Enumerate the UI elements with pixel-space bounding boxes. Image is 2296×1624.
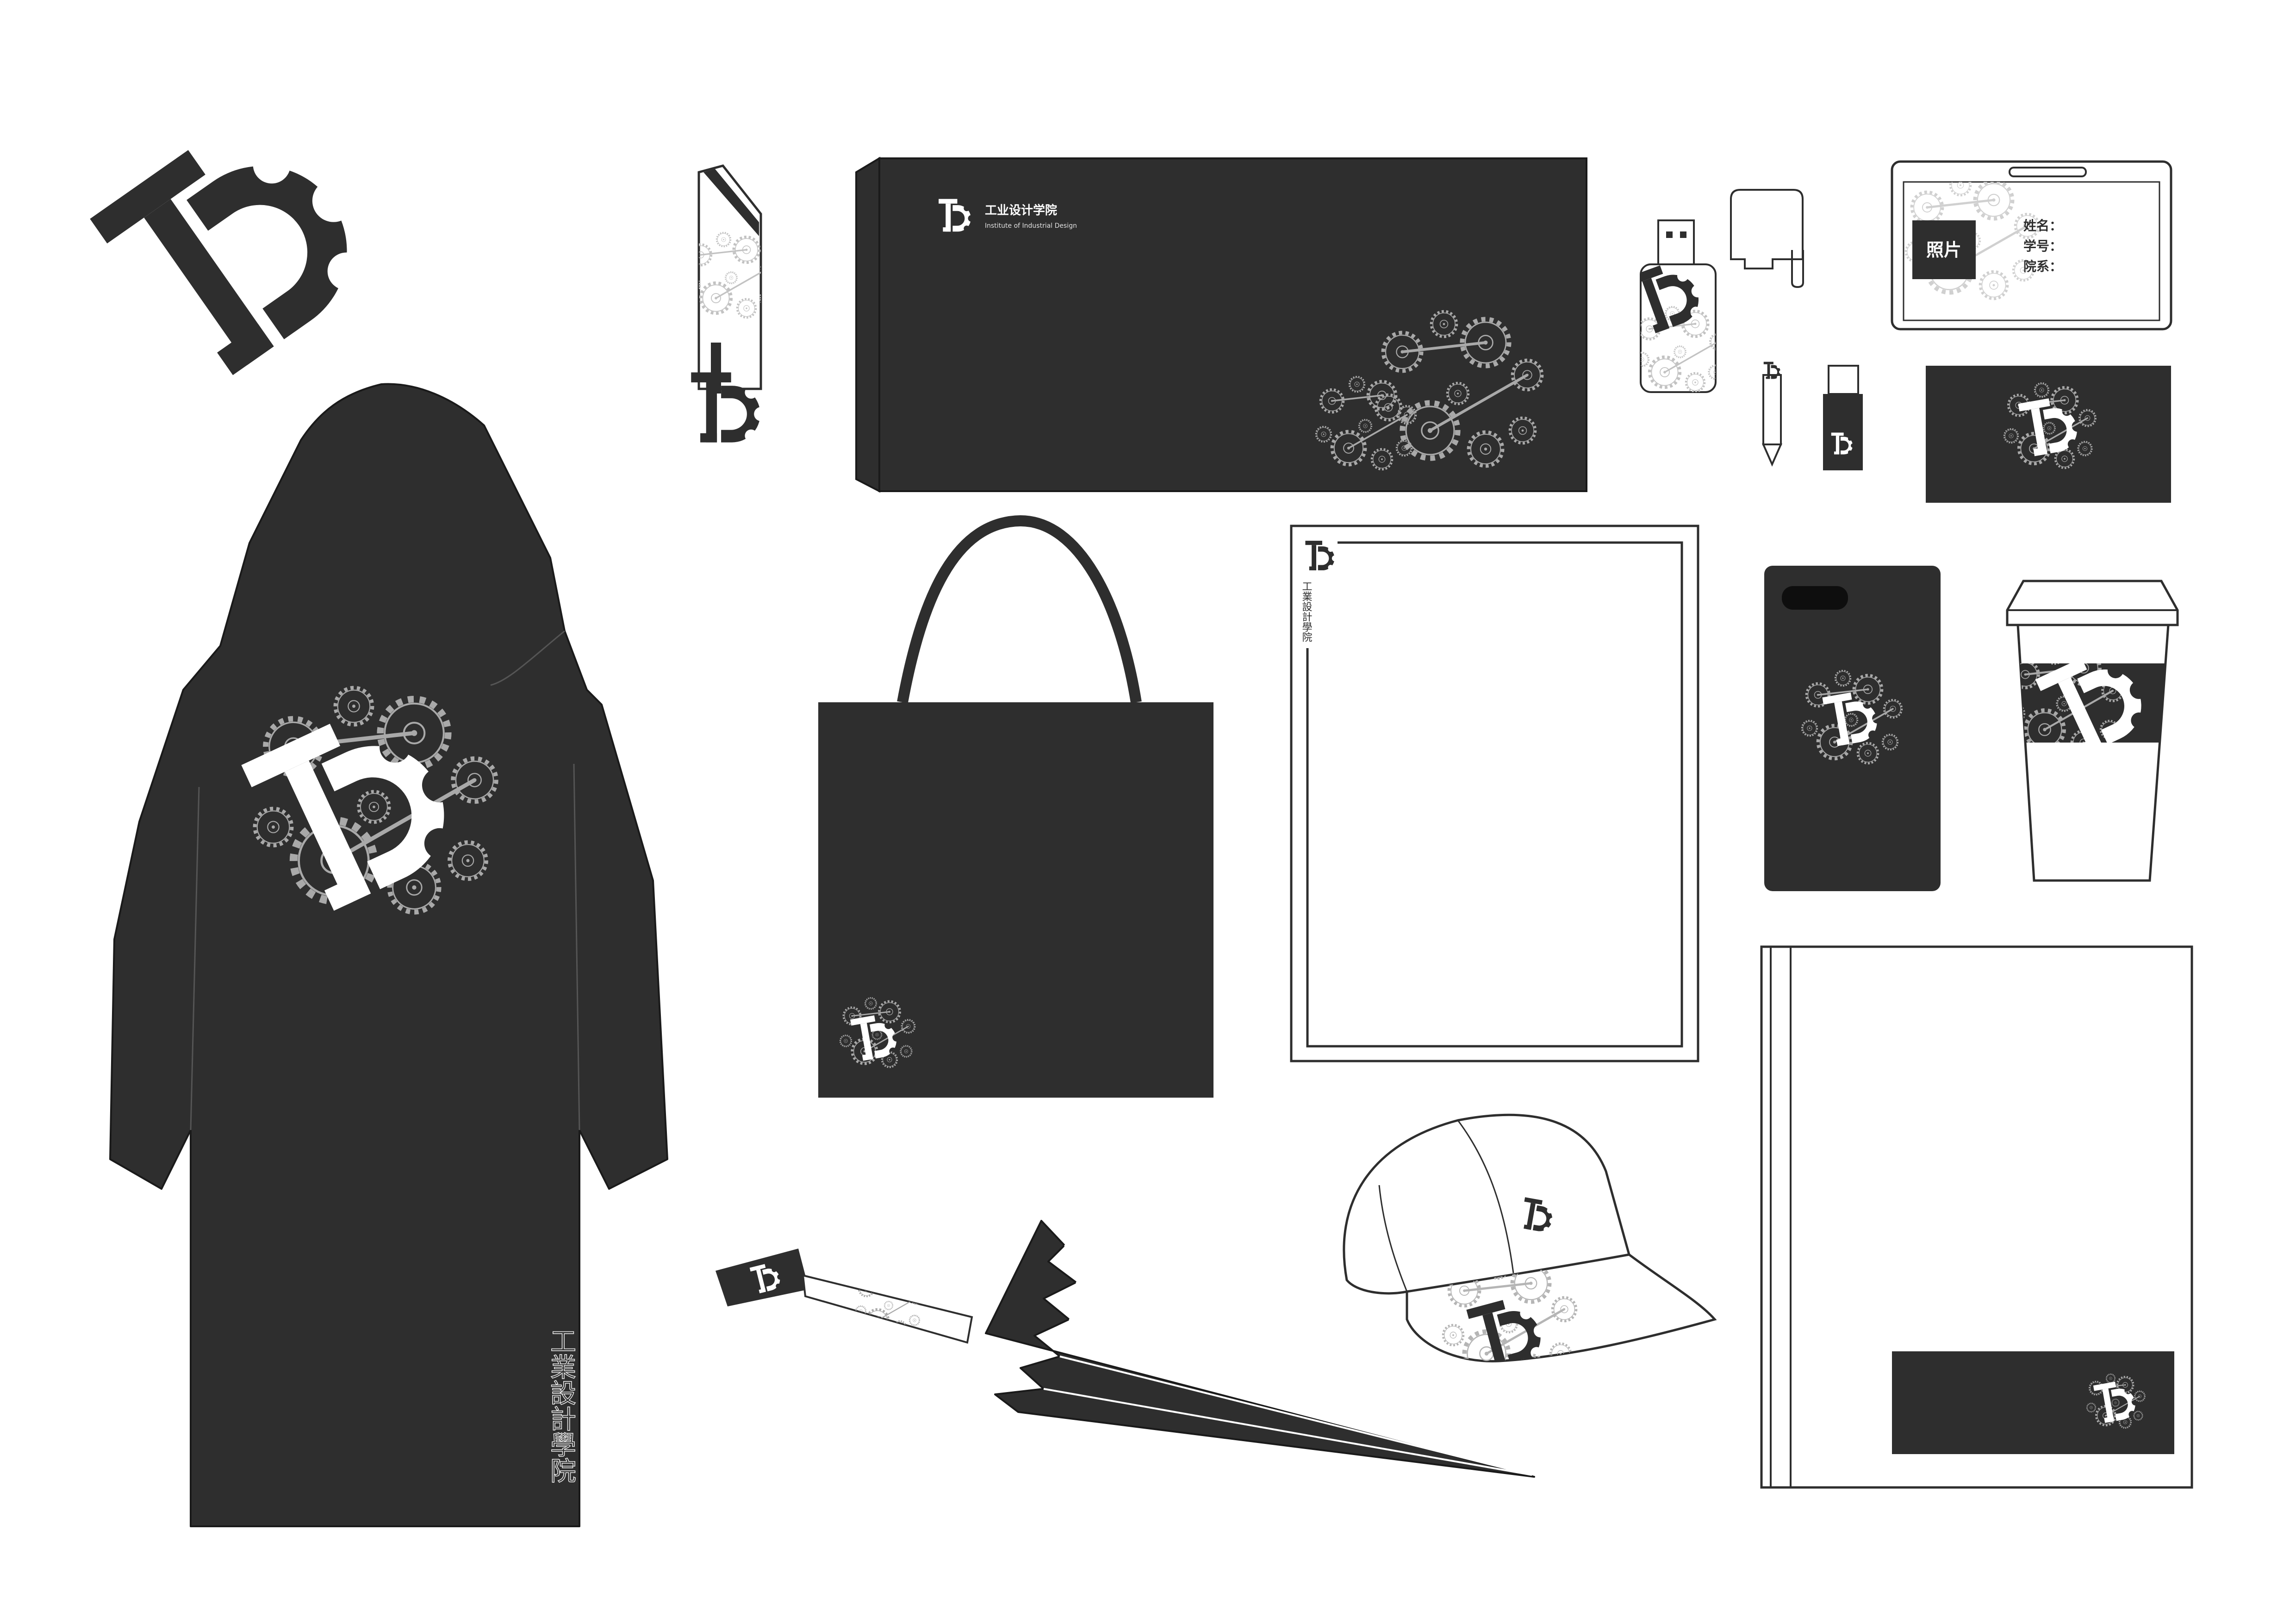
bookmark-mockup bbox=[686, 164, 762, 443]
envelope-title: 工业设计学院 bbox=[985, 203, 1057, 218]
pencil-body bbox=[1762, 374, 1782, 445]
small-usb-body bbox=[1823, 394, 1863, 470]
usb-drive-mockup bbox=[1640, 219, 1717, 393]
notebook-mockup bbox=[1760, 945, 2193, 1489]
small-usb-connector bbox=[1828, 365, 1859, 395]
cap-mockup bbox=[1343, 1113, 1717, 1362]
phone-case-body bbox=[1764, 566, 1941, 891]
vi-mockup-canvas: 工業設計學院 工业设计学院 Institute of Industrial De… bbox=[0, 0, 2193, 1527]
envelope-flap bbox=[855, 156, 880, 493]
cup-lid bbox=[2006, 580, 2179, 626]
usb-connector-hole bbox=[1666, 231, 1673, 238]
paper-clip-mockup bbox=[1730, 189, 1804, 288]
letterhead-paper bbox=[1290, 525, 1699, 1062]
id-card-mockup: 照片 姓名： 学号： 院系： bbox=[1891, 160, 2172, 331]
tote-handle bbox=[897, 515, 1142, 704]
pencil-tip bbox=[1761, 443, 1783, 467]
phone-case-mockup bbox=[1764, 566, 1941, 891]
coat-mockup: 工業設計學院 bbox=[109, 383, 668, 1527]
tote-body bbox=[818, 702, 1213, 1098]
usb-connector bbox=[1657, 219, 1695, 265]
letterhead-mockup: 工業設計學院 bbox=[1290, 525, 1699, 1062]
phone-camera-cutout bbox=[1782, 586, 1848, 610]
letterhead-vertical-name: 工業設計學院 bbox=[1300, 581, 1313, 642]
coffee-cup-mockup bbox=[2006, 580, 2179, 882]
usb-connector-hole bbox=[1680, 231, 1686, 238]
coat-silhouette bbox=[109, 383, 668, 1527]
coat-vertical-name: 工業設計學院 bbox=[546, 1328, 576, 1483]
id-field-student-no: 学号： bbox=[2023, 238, 2062, 254]
cup-body bbox=[2016, 624, 2170, 882]
tote-bag-mockup bbox=[818, 515, 1213, 1098]
id-field-name: 姓名： bbox=[2023, 218, 2062, 233]
envelope-subtitle: Institute of Industrial Design bbox=[985, 222, 1077, 230]
small-usb-mockup bbox=[1823, 365, 1863, 470]
primary-logo-icon bbox=[90, 100, 380, 391]
business-card-mockup bbox=[1926, 366, 2171, 503]
pencil-mockup bbox=[1761, 362, 1783, 467]
id-field-department: 院系： bbox=[2023, 259, 2062, 274]
envelope-mockup: 工业设计学院 Institute of Industrial Design bbox=[855, 156, 1587, 493]
id-photo-label: 照片 bbox=[1926, 240, 1961, 260]
